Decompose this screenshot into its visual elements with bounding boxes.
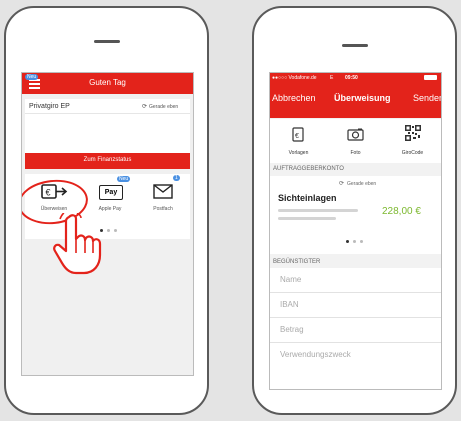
iban-field[interactable]: IBAN <box>270 293 441 318</box>
battery-icon <box>424 75 437 80</box>
tile-label: Postfach <box>153 206 173 212</box>
tool-girocode[interactable]: GiroCode <box>384 119 441 163</box>
status-carrier: ●●○○○ Vodafone.de <box>272 75 317 81</box>
purpose-field[interactable]: Verwendungszweck <box>270 343 441 367</box>
amount-placeholder: Betrag <box>280 325 304 334</box>
iban-placeholder: IBAN <box>280 300 299 309</box>
sender-balance: 228,00 € <box>382 206 421 217</box>
right-phone: ●●○○○ Vodafone.de E 09:50 Abbrechen Über… <box>252 6 457 415</box>
camera-icon <box>347 128 364 141</box>
financial-status-button[interactable]: Zum Finanzstatus <box>25 153 190 169</box>
tool-label: Foto <box>350 150 361 156</box>
sender-section-header: AUFTRAGGEBERKONTO <box>273 166 344 172</box>
status-time: 09:50 <box>345 75 358 81</box>
tool-templates[interactable]: € Vorlagen <box>270 119 327 163</box>
speaker-grille <box>94 40 120 43</box>
recipient-form: Name IBAN Betrag Verwendungszweck <box>270 268 441 389</box>
tile-badge: 1 <box>173 175 180 181</box>
masked-account-number <box>278 209 358 212</box>
purpose-placeholder: Verwendungszweck <box>280 350 351 359</box>
header-title: Guten Tag <box>89 78 126 87</box>
app-header: Neu Guten Tag <box>22 73 193 94</box>
divider <box>25 113 190 114</box>
speaker-grille <box>342 44 368 47</box>
account-card[interactable]: Privatgiro EP ⟳ Gerade eben Zum Finanzst… <box>25 99 190 169</box>
sender-refresh: Gerade eben <box>347 181 377 187</box>
sender-account-name: Sichteinlagen <box>278 193 337 203</box>
nav-bar: ●●○○○ Vodafone.de E 09:50 Abbrechen Über… <box>270 73 441 118</box>
sender-account-card[interactable]: ⟳ Gerade eben Sichteinlagen 228,00 € <box>270 176 441 254</box>
tool-label: Vorlagen <box>288 150 309 156</box>
tile-inbox[interactable]: 1 Postfach <box>139 175 187 216</box>
financial-status-label: Zum Finanzstatus <box>83 157 132 163</box>
mail-icon <box>153 184 173 199</box>
account-name: Privatgiro EP <box>29 103 70 110</box>
send-button[interactable]: Senden <box>413 93 441 103</box>
amount-field[interactable]: Betrag <box>270 318 441 343</box>
refresh-icon[interactable]: ⟳ <box>339 180 344 187</box>
nav-title: Überweisung <box>334 93 391 103</box>
tool-photo[interactable]: Foto <box>327 119 384 163</box>
svg-text:€: € <box>295 133 299 140</box>
tool-row: € Vorlagen Foto GiroCode <box>270 119 441 163</box>
name-field[interactable]: Name <box>270 268 441 293</box>
masked-account-holder <box>278 217 336 220</box>
cancel-button[interactable]: Abbrechen <box>272 93 316 103</box>
tile-label: Apple Pay <box>98 206 122 212</box>
apple-pay-icon: Pay <box>99 185 123 200</box>
left-screen: Neu Guten Tag Privatgiro EP ⟳ Gerade ebe… <box>21 72 194 376</box>
name-placeholder: Name <box>280 275 302 284</box>
status-network: E <box>330 75 334 81</box>
recipient-section-header: BEGÜNSTIGTER <box>273 259 321 265</box>
tile-badge: Neu <box>117 176 131 182</box>
refresh-label: Gerade eben <box>149 104 179 110</box>
right-screen: ●●○○○ Vodafone.de E 09:50 Abbrechen Über… <box>269 72 442 390</box>
refresh-icon[interactable]: ⟳ <box>142 103 147 110</box>
tool-label: GiroCode <box>401 150 424 156</box>
templates-icon: € <box>292 127 304 142</box>
tap-hand-icon <box>53 213 102 275</box>
qr-code-icon <box>405 125 421 141</box>
page-indicator <box>346 240 366 244</box>
left-phone: Neu Guten Tag Privatgiro EP ⟳ Gerade ebe… <box>4 6 209 415</box>
tile-apple-pay[interactable]: Neu Pay Apple Pay <box>86 176 134 216</box>
